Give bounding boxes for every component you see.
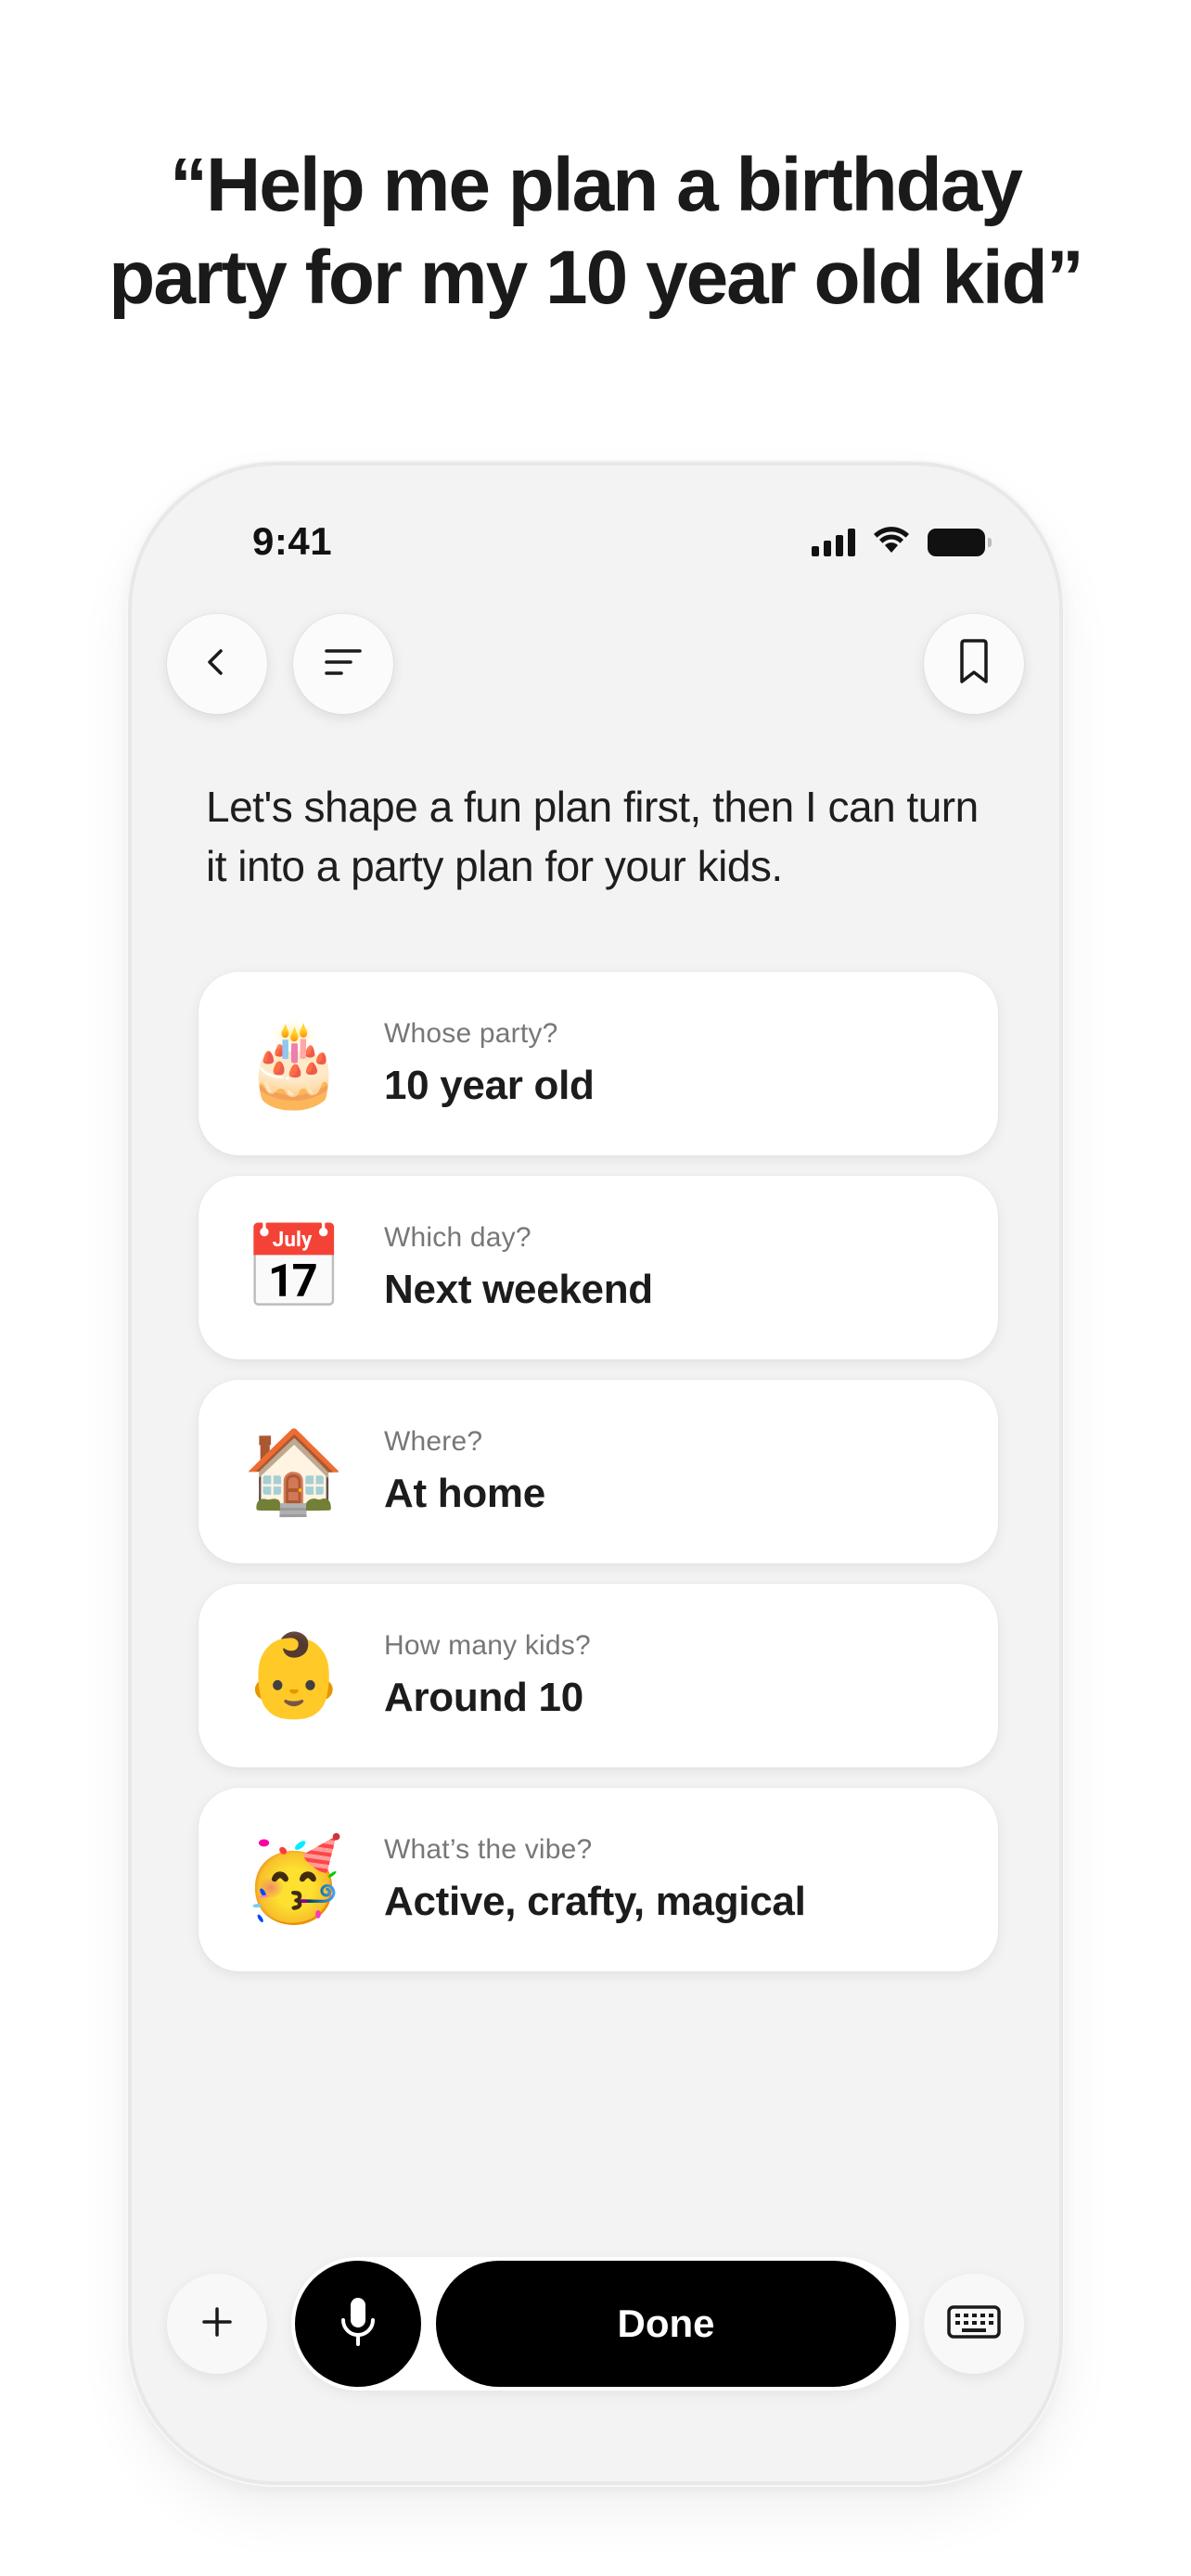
card-where[interactable]: 🏠 Where? At home bbox=[198, 1380, 998, 1563]
party-details-list: 🎂 Whose party? 10 year old 📅 Which day? … bbox=[198, 972, 998, 1992]
phone-frame: 9:41 Let's shape a fun plan first, then … bbox=[128, 462, 1063, 2485]
card-label: What’s the vibe? bbox=[384, 1834, 593, 1865]
headline-line-2: party for my 10 year old kid” bbox=[109, 236, 1083, 320]
card-value: 10 year old bbox=[384, 1063, 595, 1108]
menu-button[interactable] bbox=[293, 614, 393, 714]
menu-icon bbox=[321, 644, 365, 685]
card-label: Whose party? bbox=[384, 1018, 558, 1049]
card-which-day[interactable]: 📅 Which day? Next weekend bbox=[198, 1176, 998, 1359]
card-vibe[interactable]: 🥳 What’s the vibe? Active, crafty, magic… bbox=[198, 1788, 998, 1971]
microphone-button[interactable] bbox=[295, 2261, 421, 2387]
keyboard-icon bbox=[946, 2303, 1002, 2345]
status-time: 9:41 bbox=[252, 519, 333, 563]
party-hat-icon: 🥳 bbox=[243, 1833, 345, 1925]
calendar-icon: 📅 bbox=[243, 1221, 345, 1313]
headline: “Help me plan a birthday party for my 10… bbox=[0, 139, 1191, 325]
card-label: How many kids? bbox=[384, 1630, 591, 1661]
card-whose-party[interactable]: 🎂 Whose party? 10 year old bbox=[198, 972, 998, 1155]
back-button[interactable] bbox=[167, 614, 267, 714]
wifi-icon bbox=[872, 525, 911, 559]
plus-icon bbox=[197, 2302, 237, 2347]
status-icons bbox=[812, 525, 992, 559]
battery-icon bbox=[928, 528, 992, 556]
microphone-icon bbox=[338, 2294, 378, 2354]
keyboard-button[interactable] bbox=[924, 2274, 1024, 2374]
card-value: At home bbox=[384, 1471, 545, 1516]
bookmark-button[interactable] bbox=[924, 614, 1024, 714]
card-value: Around 10 bbox=[384, 1675, 583, 1720]
chevron-left-icon bbox=[198, 644, 236, 685]
card-how-many-kids[interactable]: 👶 How many kids? Around 10 bbox=[198, 1584, 998, 1767]
signal-icon bbox=[812, 528, 855, 556]
add-button[interactable] bbox=[167, 2274, 267, 2374]
done-button[interactable]: Done bbox=[436, 2261, 896, 2387]
card-value: Active, crafty, magical bbox=[384, 1879, 806, 1924]
house-icon: 🏠 bbox=[243, 1425, 345, 1517]
child-icon: 👶 bbox=[243, 1629, 345, 1721]
bookmark-icon bbox=[955, 638, 992, 691]
birthday-cake-icon: 🎂 bbox=[243, 1017, 345, 1109]
intro-message: Let's shape a fun plan first, then I can… bbox=[206, 783, 979, 890]
card-label: Where? bbox=[384, 1426, 483, 1457]
headline-line-1: “Help me plan a birthday bbox=[170, 143, 1023, 227]
card-value: Next weekend bbox=[384, 1267, 653, 1312]
card-label: Which day? bbox=[384, 1222, 531, 1253]
